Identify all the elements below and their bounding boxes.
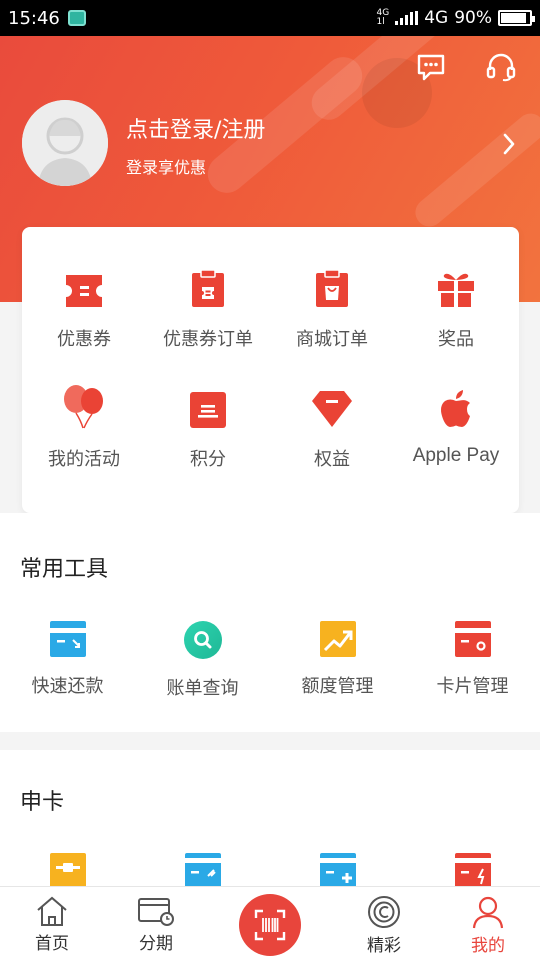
coupon-icon	[22, 265, 146, 309]
profile-icon	[448, 895, 528, 929]
grid-item-prize[interactable]: 奖品	[394, 265, 518, 351]
bill-search-icon	[135, 620, 270, 660]
coupon-order-icon	[146, 265, 270, 309]
apply-item-2[interactable]	[135, 852, 270, 886]
status-bar: 15:46 4G 1l 4G 90%	[0, 0, 540, 36]
grid-item-benefits[interactable]: 权益	[270, 385, 394, 471]
nav-home[interactable]: 首页	[12, 895, 92, 954]
grid-item-points[interactable]: 积分	[146, 385, 270, 471]
apple-icon	[394, 385, 518, 429]
quick-menu-card: 优惠券 优惠券订单 商城订单 奖品 我的活动 积分 权益 Apple Pay	[22, 227, 519, 513]
battery-percent: 90%	[454, 8, 492, 28]
scan-barcode-icon	[254, 909, 286, 941]
card-yellow-icon	[0, 852, 135, 886]
status-time: 15:46	[8, 7, 60, 29]
scan-button[interactable]	[239, 894, 301, 956]
apply-item-1[interactable]	[0, 852, 135, 886]
grid-item-mall-order[interactable]: 商城订单	[270, 265, 394, 351]
nav-installment[interactable]: 分期	[116, 895, 196, 954]
section-title-apply: 申卡	[20, 790, 65, 815]
common-tools-section: 常用工具 快速还款 账单查询 额度管理 卡片管理	[0, 513, 540, 732]
message-icon[interactable]	[414, 50, 448, 84]
apply-card-section: 申卡	[0, 750, 540, 886]
headset-icon[interactable]	[484, 50, 518, 84]
points-icon	[146, 385, 270, 429]
grid-item-apple-pay[interactable]: Apple Pay	[394, 385, 518, 467]
home-icon	[12, 895, 92, 927]
tool-card-manage[interactable]: 卡片管理	[405, 620, 540, 698]
installment-icon	[116, 895, 196, 927]
discover-icon	[344, 895, 424, 929]
grid-item-coupon-order[interactable]: 优惠券订单	[146, 265, 270, 351]
network-label: 4G	[424, 8, 449, 28]
card-blue-add-icon	[270, 852, 405, 886]
card-red-flash-icon	[405, 852, 540, 886]
avatar[interactable]	[22, 100, 108, 186]
card-blue-tool-icon	[135, 852, 270, 886]
tool-bill-search[interactable]: 账单查询	[135, 620, 270, 700]
screenshot-app-icon	[67, 10, 86, 26]
signal-icon	[395, 11, 419, 25]
nav-profile[interactable]: 我的	[448, 895, 528, 956]
bottom-navigation: 首页 分期 精彩 我的	[0, 886, 540, 960]
card-manage-icon	[405, 620, 540, 658]
nav-discover[interactable]: 精彩	[344, 895, 424, 956]
tool-quick-repay[interactable]: 快速还款	[0, 620, 135, 698]
chevron-right-icon[interactable]	[502, 132, 516, 160]
diamond-icon	[270, 385, 394, 429]
grid-item-my-activity[interactable]: 我的活动	[22, 385, 146, 471]
login-title[interactable]: 点击登录/注册	[126, 112, 265, 144]
gift-icon	[394, 265, 518, 309]
network-type-small: 4G 1l	[376, 8, 390, 27]
apply-item-4[interactable]	[405, 852, 540, 886]
apply-item-3[interactable]	[270, 852, 405, 886]
battery-icon	[498, 10, 535, 26]
credit-limit-icon	[270, 620, 405, 658]
balloon-icon	[22, 385, 146, 429]
grid-item-coupon[interactable]: 优惠券	[22, 265, 146, 351]
mall-order-icon	[270, 265, 394, 309]
login-subtitle: 登录享优惠	[126, 158, 207, 177]
tool-credit-limit[interactable]: 额度管理	[270, 620, 405, 698]
section-title-tools: 常用工具	[20, 557, 109, 582]
quick-repay-icon	[0, 620, 135, 658]
